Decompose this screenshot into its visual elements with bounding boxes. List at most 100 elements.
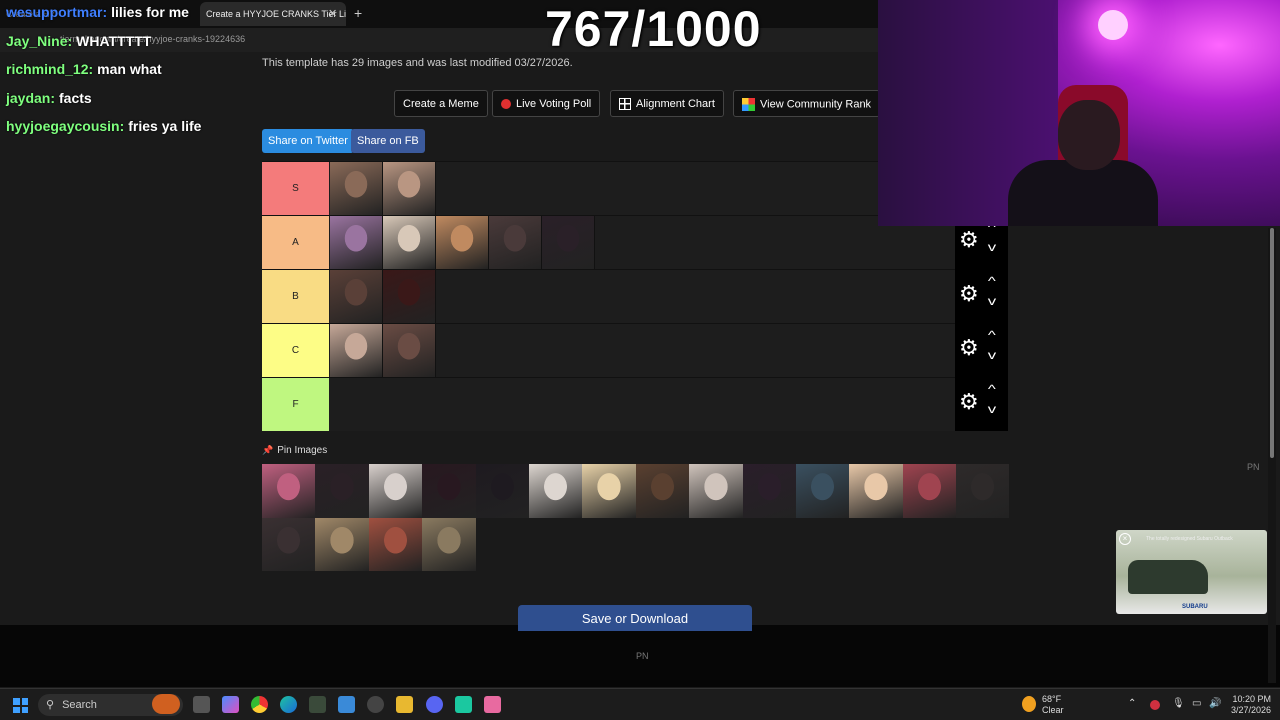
tier-label[interactable]: A	[262, 216, 329, 269]
record-dot-icon	[501, 99, 511, 110]
tier-image[interactable]	[436, 216, 489, 269]
pool-image[interactable]	[902, 464, 957, 518]
chat-username: richmind_12:	[6, 61, 94, 77]
pool-image[interactable]	[528, 464, 583, 518]
store-icon[interactable]	[338, 696, 355, 713]
pool-image[interactable]	[635, 464, 690, 518]
weather-widget[interactable]: 68°F Clear	[1042, 694, 1064, 716]
edge-icon[interactable]	[280, 696, 297, 713]
gear-icon[interactable]: ⚙	[959, 391, 979, 413]
pool-image[interactable]	[315, 464, 369, 518]
gear-icon[interactable]: ⚙	[959, 283, 979, 305]
folder-icon[interactable]	[396, 696, 413, 713]
share-twitter-button[interactable]: Share on Twitter	[262, 129, 354, 153]
tier-items[interactable]	[330, 216, 595, 269]
pool-image[interactable]	[849, 464, 903, 518]
tier-label[interactable]: F	[262, 378, 329, 431]
chat-app-icon[interactable]	[455, 696, 472, 713]
pool-image[interactable]	[368, 464, 423, 518]
image-pool	[262, 464, 1010, 571]
new-tab-button[interactable]: +	[354, 5, 362, 21]
pool-image[interactable]	[956, 464, 1010, 518]
move-up-icon[interactable]: ^	[988, 382, 996, 396]
pool-image[interactable]	[742, 464, 796, 518]
copilot-icon[interactable]	[222, 696, 239, 713]
gear-icon[interactable]: ⚙	[959, 229, 979, 251]
discord-icon[interactable]	[426, 696, 443, 713]
pin-images-label: Pin Images	[277, 445, 328, 456]
pink-app-icon[interactable]	[484, 696, 501, 713]
chevron-up-icon[interactable]: ⌃	[1128, 698, 1136, 709]
tier-image[interactable]	[383, 270, 436, 323]
weather-moon-icon[interactable]	[1022, 696, 1036, 712]
video-ad[interactable]: × The totally redesigned Subaru Outback …	[1116, 530, 1267, 614]
pool-image[interactable]	[422, 517, 476, 571]
chat-text: fries ya life	[128, 118, 202, 134]
tier-image[interactable]	[383, 216, 436, 269]
tier-image[interactable]	[330, 324, 383, 377]
ad-close-icon[interactable]: ×	[1119, 533, 1131, 545]
chat-overlay: wesupportmar: lilies for me Jay_Nine: WHATT…	[6, 4, 256, 147]
move-up-icon[interactable]: ^	[988, 328, 996, 342]
tier-items[interactable]	[330, 324, 436, 377]
tier-image[interactable]	[542, 216, 595, 269]
pool-image[interactable]	[582, 464, 636, 518]
live-voting-poll-button[interactable]: Live Voting Poll	[492, 90, 601, 117]
settings-icon[interactable]	[367, 696, 384, 713]
pool-image[interactable]	[262, 517, 316, 571]
tier-image[interactable]	[330, 162, 383, 215]
chat-text: facts	[59, 89, 92, 106]
tier-label[interactable]: S	[262, 162, 329, 215]
pn-label: PN	[1247, 462, 1260, 472]
volume-icon[interactable]: 🔊	[1209, 698, 1221, 709]
tier-label[interactable]: C	[262, 324, 329, 377]
clock[interactable]: 10:20 PM 3/27/2026	[1231, 694, 1271, 716]
pool-image[interactable]	[689, 464, 743, 518]
tier-image[interactable]	[330, 270, 383, 323]
windows-start-icon[interactable]	[13, 698, 28, 713]
pool-image[interactable]	[262, 464, 316, 518]
move-down-icon[interactable]: v	[988, 402, 996, 416]
pin-images-toggle[interactable]: 📌 Pin Images	[262, 445, 327, 456]
network-icon[interactable]: ▭	[1192, 698, 1201, 709]
microphone-icon[interactable]: 🎙	[1172, 698, 1185, 709]
pool-image[interactable]	[795, 464, 850, 518]
create-meme-button[interactable]: Create a Meme	[394, 90, 488, 117]
fire-widget-icon[interactable]	[152, 694, 180, 714]
tier-items[interactable]	[330, 162, 436, 215]
tier-row: S	[262, 161, 956, 215]
tier-row: F	[262, 377, 956, 431]
task-view-icon[interactable]	[193, 696, 210, 713]
pool-image[interactable]	[422, 464, 476, 518]
gear-icon[interactable]: ⚙	[959, 337, 979, 359]
tray-app-icon[interactable]	[1150, 700, 1160, 710]
tier-image[interactable]	[330, 216, 383, 269]
move-up-icon[interactable]: ^	[988, 274, 996, 288]
tier-items[interactable]	[330, 270, 436, 323]
pool-image[interactable]	[368, 517, 423, 571]
save-download-button[interactable]: Save or Download	[518, 605, 752, 631]
car-image	[1128, 560, 1208, 594]
tier-image[interactable]	[383, 162, 436, 215]
close-tab-icon[interactable]: ✕	[328, 7, 337, 20]
chat-username: Jay_Nine:	[6, 32, 73, 49]
move-down-icon[interactable]: v	[988, 294, 996, 308]
share-fb-button[interactable]: Share on FB	[351, 129, 425, 153]
pool-image[interactable]	[475, 464, 529, 518]
tier-label[interactable]: B	[262, 270, 329, 323]
chrome-icon[interactable]	[251, 696, 268, 713]
alignment-chart-button[interactable]: Alignment Chart	[610, 90, 724, 117]
tier-row: A	[262, 215, 956, 269]
app-icon[interactable]	[309, 696, 326, 713]
move-down-icon[interactable]: v	[988, 348, 996, 362]
tier-image[interactable]	[489, 216, 542, 269]
webcam-light	[1098, 10, 1128, 40]
tier-image[interactable]	[383, 324, 436, 377]
move-down-icon[interactable]: v	[988, 240, 996, 254]
pool-image[interactable]	[315, 517, 369, 571]
scrollbar-thumb[interactable]	[1270, 228, 1274, 458]
chat-username: wesupportmar:	[6, 4, 108, 20]
ad-brand: SUBARU	[1182, 604, 1208, 610]
view-community-rank-button[interactable]: View Community Rank	[733, 90, 881, 117]
page-footer: PN	[0, 625, 1280, 687]
